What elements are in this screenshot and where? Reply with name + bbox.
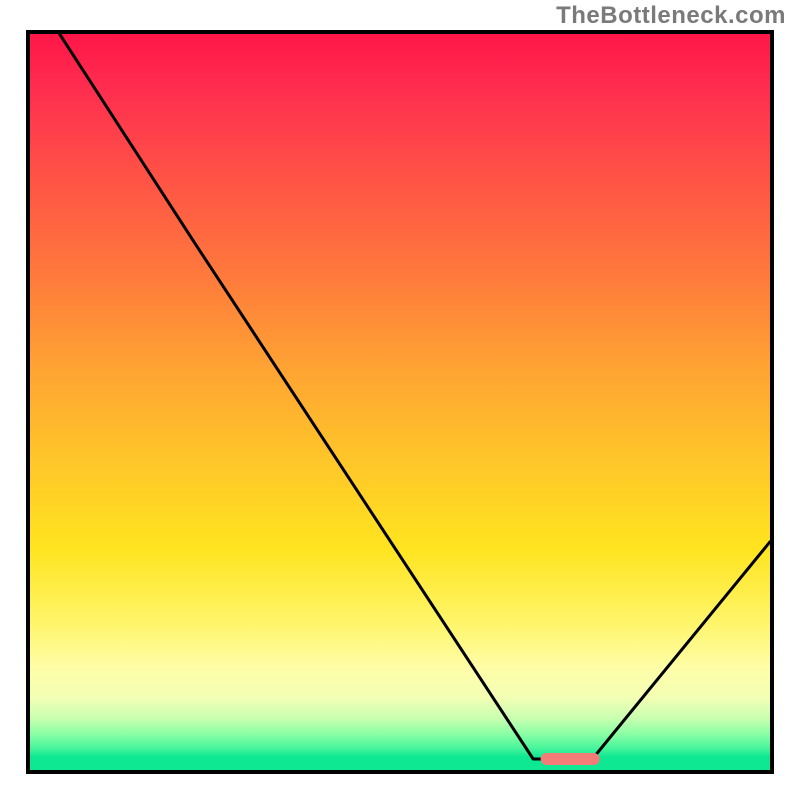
chart-marker: [541, 753, 600, 765]
chart-svg-layer: [30, 34, 770, 770]
target-marker: [541, 753, 600, 765]
chart-curve: [60, 34, 770, 759]
chart-plot-area: [26, 30, 774, 774]
curve-path: [60, 34, 770, 759]
watermark-text: TheBottleneck.com: [556, 2, 786, 30]
